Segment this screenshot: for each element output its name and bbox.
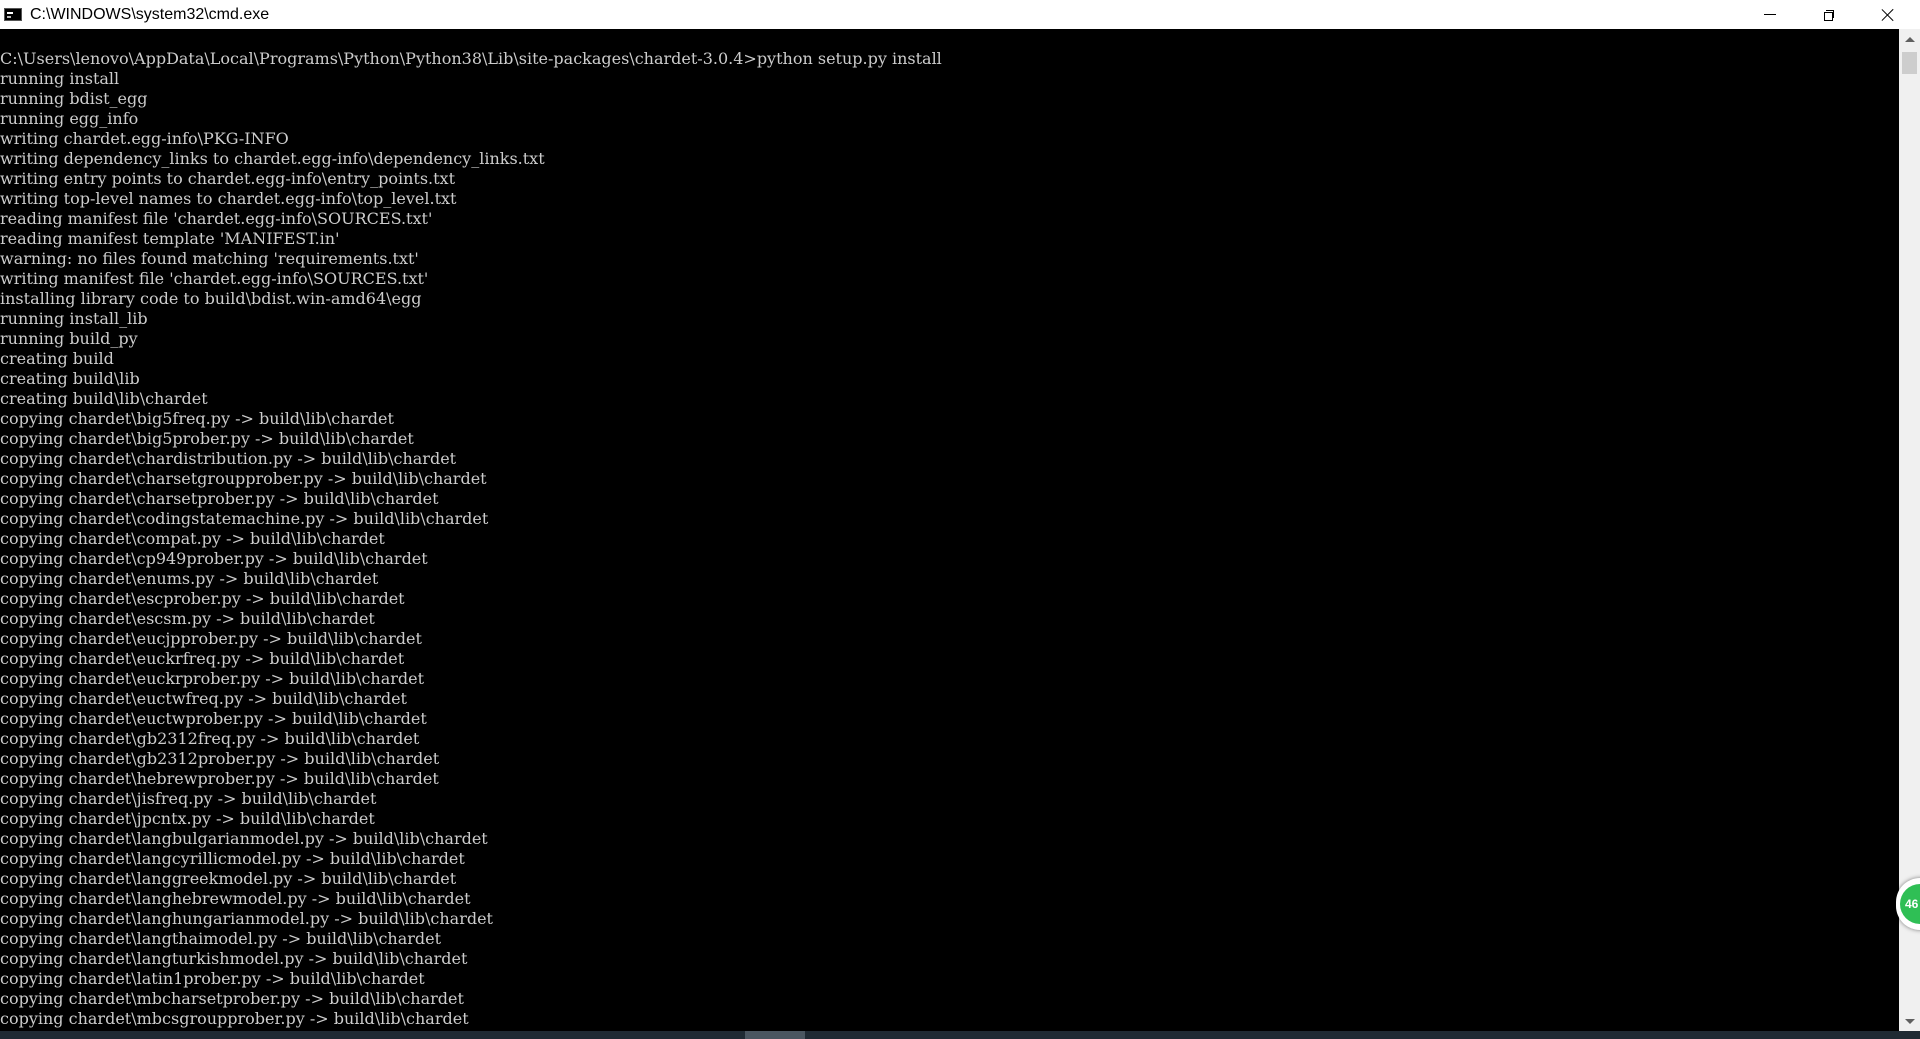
console-line: C:\Users\lenovo\AppData\Local\Programs\P… <box>0 49 942 68</box>
console-line: copying chardet\hebrewprober.py -> build… <box>0 769 439 788</box>
minimize-button[interactable] <box>1741 0 1799 29</box>
console-line: copying chardet\big5freq.py -> build\lib… <box>0 409 394 428</box>
console-line: copying chardet\chardistribution.py -> b… <box>0 449 457 468</box>
console-line: writing manifest file 'chardet.egg-info\… <box>0 269 429 288</box>
console-line: creating build\lib <box>0 369 140 388</box>
console-line: copying chardet\cp949prober.py -> build\… <box>0 549 428 568</box>
console-line: creating build\lib\chardet <box>0 389 208 408</box>
scroll-up-button[interactable] <box>1899 29 1920 49</box>
console-output: C:\Users\lenovo\AppData\Local\Programs\P… <box>0 49 942 1029</box>
console-line: copying chardet\latin1prober.py -> build… <box>0 969 425 988</box>
console-line: copying chardet\compat.py -> build\lib\c… <box>0 529 385 548</box>
console-line: copying chardet\escprober.py -> build\li… <box>0 589 405 608</box>
console-line: copying chardet\langhungarianmodel.py ->… <box>0 909 493 928</box>
console-line: copying chardet\charsetprober.py -> buil… <box>0 489 439 508</box>
close-icon <box>1881 8 1895 22</box>
console-line: copying chardet\escsm.py -> build\lib\ch… <box>0 609 375 628</box>
cmd-window: C:\WINDOWS\system32\cmd.exe C:\Users\len… <box>0 0 1920 1039</box>
restore-icon <box>1824 9 1834 21</box>
console-line: copying chardet\langgreekmodel.py -> bui… <box>0 869 457 888</box>
console-app-icon[interactable] <box>4 8 22 21</box>
console-line: running egg_info <box>0 109 139 128</box>
console-line: copying chardet\langthaimodel.py -> buil… <box>0 929 442 948</box>
console-line: copying chardet\euctwfreq.py -> build\li… <box>0 689 407 708</box>
console-line: copying chardet\mbcsgroupprober.py -> bu… <box>0 1009 469 1028</box>
console-line: copying chardet\big5prober.py -> build\l… <box>0 429 414 448</box>
scroll-down-button[interactable] <box>1899 1011 1920 1031</box>
console-line: running build_py <box>0 329 138 348</box>
horizontal-scrollbar[interactable] <box>0 1031 1920 1039</box>
console-line: copying chardet\jpcntx.py -> build\lib\c… <box>0 809 375 828</box>
console-line: creating build <box>0 349 114 368</box>
console-line: installing library code to build\bdist.w… <box>0 289 422 308</box>
console-line: copying chardet\euctwprober.py -> build\… <box>0 709 427 728</box>
console-line: copying chardet\gb2312prober.py -> build… <box>0 749 440 768</box>
console-line: copying chardet\langhebrewmodel.py -> bu… <box>0 889 471 908</box>
console-line: copying chardet\euckrprober.py -> build\… <box>0 669 425 688</box>
floating-widget-badge: 46 <box>1900 884 1920 924</box>
console-line: copying chardet\euckrfreq.py -> build\li… <box>0 649 405 668</box>
console-line: copying chardet\enums.py -> build\lib\ch… <box>0 569 379 588</box>
console-line: running bdist_egg <box>0 89 148 108</box>
console-line: copying chardet\langbulgarianmodel.py ->… <box>0 829 488 848</box>
minimize-icon <box>1764 14 1776 15</box>
restore-button[interactable] <box>1800 0 1858 29</box>
console-area[interactable]: C:\Users\lenovo\AppData\Local\Programs\P… <box>0 29 1899 1031</box>
console-line: copying chardet\gb2312freq.py -> build\l… <box>0 729 420 748</box>
window-title: C:\WINDOWS\system32\cmd.exe <box>30 5 270 23</box>
console-line: copying chardet\langcyrillicmodel.py -> … <box>0 849 465 868</box>
console-line: copying chardet\mbcharsetprober.py -> bu… <box>0 989 464 1008</box>
arrow-up-icon <box>1904 36 1915 42</box>
title-bar[interactable]: C:\WINDOWS\system32\cmd.exe <box>0 0 1920 29</box>
console-line: warning: no files found matching 'requir… <box>0 249 419 268</box>
arrow-down-icon <box>1904 1018 1915 1024</box>
console-line: writing top-level names to chardet.egg-i… <box>0 189 457 208</box>
console-line: writing entry points to chardet.egg-info… <box>0 169 455 188</box>
scroll-thumb[interactable] <box>1902 52 1917 74</box>
console-line: copying chardet\charsetgroupprober.py ->… <box>0 469 487 488</box>
console-line: writing dependency_links to chardet.egg-… <box>0 149 545 168</box>
console-line: running install <box>0 69 120 88</box>
console-line: copying chardet\jisfreq.py -> build\lib\… <box>0 789 377 808</box>
close-button[interactable] <box>1859 0 1917 29</box>
horizontal-scroll-thumb[interactable] <box>745 1031 805 1039</box>
console-line: copying chardet\eucjpprober.py -> build\… <box>0 629 422 648</box>
console-line: copying chardet\codingstatemachine.py ->… <box>0 509 489 528</box>
console-line: reading manifest file 'chardet.egg-info\… <box>0 209 433 228</box>
console-line: running install_lib <box>0 309 148 328</box>
console-line: reading manifest template 'MANIFEST.in' <box>0 229 340 248</box>
console-line: copying chardet\langturkishmodel.py -> b… <box>0 949 468 968</box>
console-line: writing chardet.egg-info\PKG-INFO <box>0 129 289 148</box>
